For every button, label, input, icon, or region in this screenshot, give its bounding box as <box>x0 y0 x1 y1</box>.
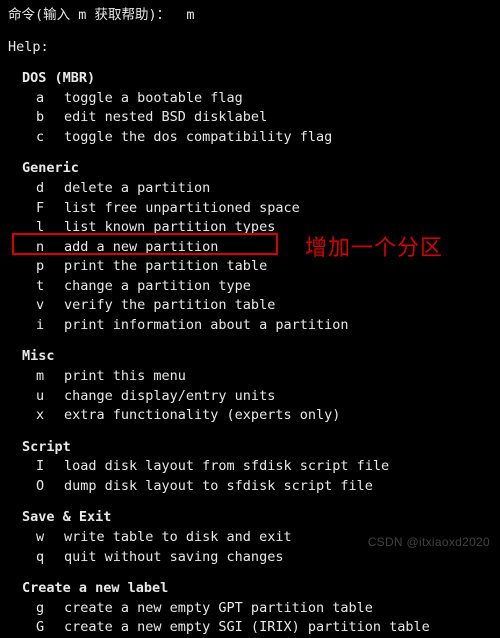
help-row: ddelete a partition <box>22 179 492 199</box>
key-c: c <box>36 128 64 148</box>
section-title-script: Script <box>22 438 492 458</box>
desc: list known partition types <box>64 219 275 235</box>
section-title-save: Save & Exit <box>22 508 492 528</box>
desc: dump disk layout to sfdisk script file <box>64 478 373 494</box>
key-m: m <box>36 367 64 387</box>
annotation-text: 增加一个分区 <box>305 232 443 264</box>
key-G: G <box>36 618 64 638</box>
desc: change a partition type <box>64 278 251 294</box>
desc: print the partition table <box>64 258 267 274</box>
key-x: x <box>36 406 64 426</box>
desc: toggle the dos compatibility flag <box>64 129 332 145</box>
help-row: tchange a partition type <box>22 277 492 297</box>
section-title-misc: Misc <box>22 347 492 367</box>
key-d: d <box>36 179 64 199</box>
help-row: uchange display/entry units <box>22 387 492 407</box>
key-t: t <box>36 277 64 297</box>
key-b: b <box>36 108 64 128</box>
key-v: v <box>36 296 64 316</box>
desc: add a new partition <box>64 239 218 255</box>
watermark-text: CSDN @itxiaoxd2020 <box>368 534 490 551</box>
help-row: atoggle a bootable flag <box>22 89 492 109</box>
key-a: a <box>36 89 64 109</box>
help-row: Odump disk layout to sfdisk script file <box>22 477 492 497</box>
key-i: i <box>36 316 64 336</box>
help-row: bedit nested BSD disklabel <box>22 108 492 128</box>
help-row: Iload disk layout from sfdisk script fil… <box>22 457 492 477</box>
help-row: mprint this menu <box>22 367 492 387</box>
desc: toggle a bootable flag <box>64 90 243 106</box>
section-script: Script Iload disk layout from sfdisk scr… <box>8 438 492 497</box>
key-q: q <box>36 548 64 568</box>
desc: load disk layout from sfdisk script file <box>64 458 389 474</box>
section-title-generic: Generic <box>22 159 492 179</box>
key-w: w <box>36 528 64 548</box>
help-row: xextra functionality (experts only) <box>22 406 492 426</box>
key-l: l <box>36 218 64 238</box>
help-row: ctoggle the dos compatibility flag <box>22 128 492 148</box>
help-row: iprint information about a partition <box>22 316 492 336</box>
desc: create a new empty SGI (IRIX) partition … <box>64 619 430 635</box>
help-header: Help: <box>8 38 492 58</box>
command-prompt[interactable]: 命令(输入 m 获取帮助)： m <box>8 6 492 26</box>
help-row: gcreate a new empty GPT partition table <box>22 599 492 619</box>
desc: list free unpartitioned space <box>64 200 300 216</box>
key-u: u <box>36 387 64 407</box>
section-misc: Misc mprint this menu uchange display/en… <box>8 347 492 425</box>
section-dos: DOS (MBR) atoggle a bootable flag bedit … <box>8 69 492 147</box>
help-row: vverify the partition table <box>22 296 492 316</box>
key-n: n <box>36 238 64 258</box>
key-F: F <box>36 199 64 219</box>
desc: create a new empty GPT partition table <box>64 600 373 616</box>
section-title-label: Create a new label <box>22 579 492 599</box>
desc: edit nested BSD disklabel <box>64 109 267 125</box>
help-row: Flist free unpartitioned space <box>22 199 492 219</box>
desc: print this menu <box>64 368 186 384</box>
section-create-label: Create a new label gcreate a new empty G… <box>8 579 492 638</box>
key-g: g <box>36 599 64 619</box>
desc: write table to disk and exit <box>64 529 292 545</box>
help-row: Gcreate a new empty SGI (IRIX) partition… <box>22 618 492 638</box>
key-p: p <box>36 257 64 277</box>
key-O: O <box>36 477 64 497</box>
desc: verify the partition table <box>64 297 275 313</box>
desc: print information about a partition <box>64 317 348 333</box>
desc: delete a partition <box>64 180 210 196</box>
key-I: I <box>36 457 64 477</box>
desc: change display/entry units <box>64 388 275 404</box>
desc: extra functionality (experts only) <box>64 407 340 423</box>
section-title-dos: DOS (MBR) <box>22 69 492 89</box>
